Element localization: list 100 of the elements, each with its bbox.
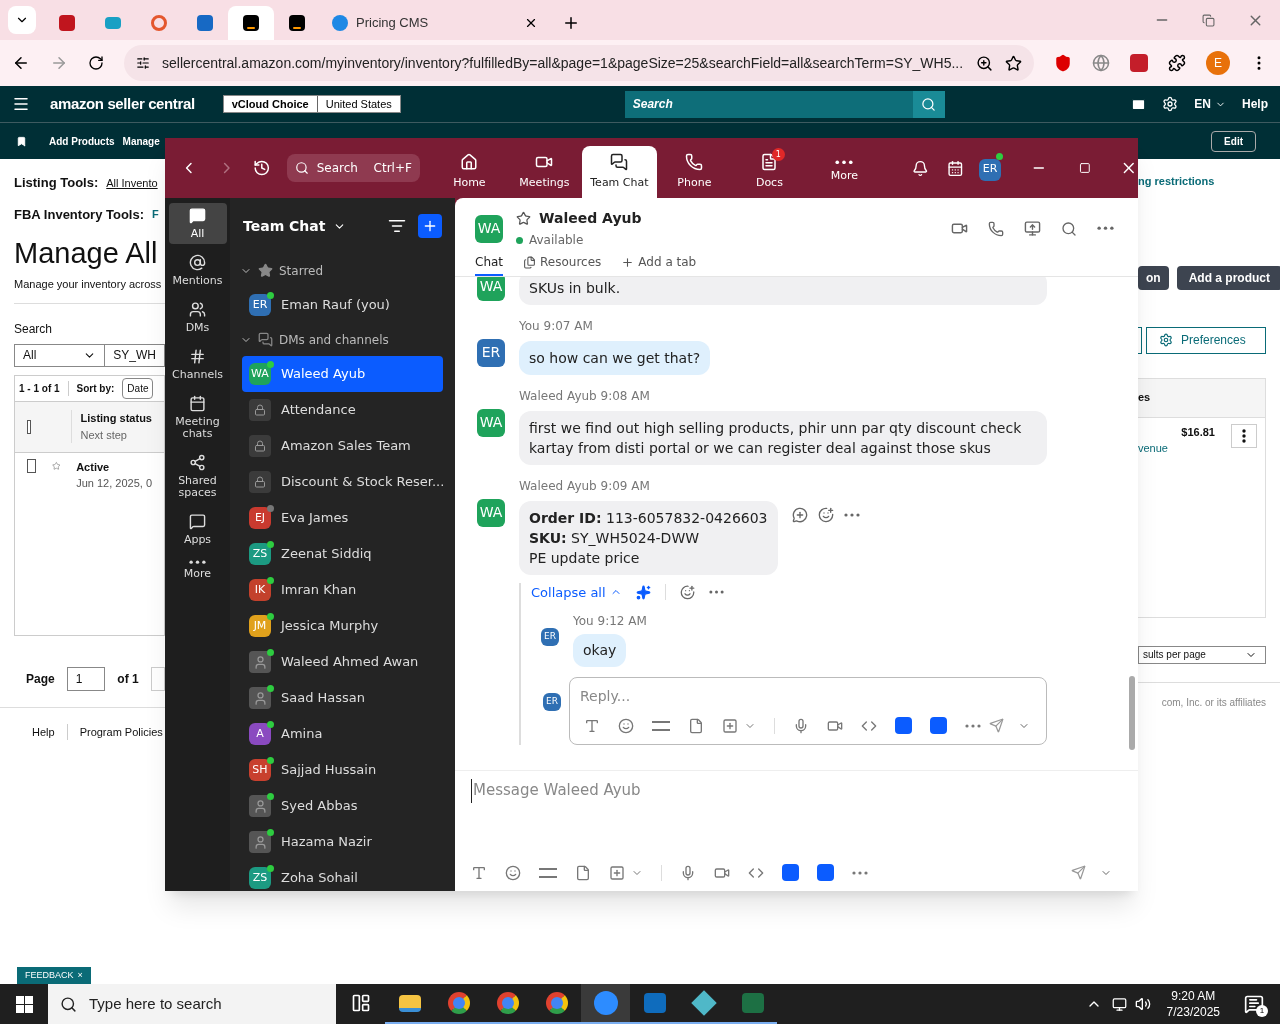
nav-tab[interactable]: Team Chat [581, 146, 657, 198]
conversation-item[interactable]: Attendance [242, 392, 443, 428]
more-icon[interactable] [965, 723, 981, 728]
browser-tab[interactable]: Pricing CMS [320, 6, 550, 40]
mail-icon[interactable] [1131, 96, 1147, 112]
rail-item[interactable]: Channels [168, 344, 227, 385]
preferences-button[interactable]: Preferences [1146, 326, 1266, 354]
listing-link[interactable]: venue [1138, 439, 1168, 617]
address-bar[interactable]: sellercentral.amazon.com/myinventory/inventory?fulfilledBy=all&page=1&pageSize=25&searchField=all&searchTerm=SY_WH5... [124, 45, 1034, 81]
file-icon[interactable] [575, 864, 591, 881]
taskbar-search[interactable]: Type here to search [48, 984, 336, 1024]
section-header[interactable]: DMs and channels [230, 323, 455, 356]
sidebar-title[interactable]: Team Chat [243, 215, 326, 237]
sparkle-icon[interactable] [635, 584, 651, 600]
more-icon[interactable] [852, 870, 868, 875]
conversation-item[interactable]: Discount & Stock Reser... [242, 464, 443, 500]
language-selector[interactable]: EN [1194, 95, 1226, 113]
restrictions-link[interactable]: ng restrictions [1138, 173, 1215, 190]
search-icon[interactable] [1061, 220, 1077, 237]
notifications-icon[interactable] [1244, 994, 1264, 1014]
extensions-icon[interactable] [1168, 54, 1186, 72]
bookmark-star-icon[interactable] [1005, 54, 1022, 72]
conversation-item[interactable]: Amazon Sales Team [242, 428, 443, 464]
sort-select[interactable]: Date [122, 377, 154, 399]
edit-button[interactable]: Edit [1211, 130, 1256, 152]
settings-icon[interactable] [1162, 96, 1179, 112]
extension-icon[interactable] [1130, 54, 1148, 72]
conversation-item[interactable]: ER Eman Rauf (you) [242, 287, 443, 323]
checkbox[interactable] [27, 458, 36, 473]
chat-tab[interactable]: Resources [523, 250, 602, 276]
more-icon[interactable] [1097, 226, 1114, 231]
close-tab-icon[interactable] [524, 16, 538, 30]
nav-tab[interactable]: Phone [656, 146, 732, 198]
conversation-item[interactable]: ZS Zeenat Siddiq [242, 536, 443, 572]
feedback-tab[interactable]: FEEDBACK × [17, 967, 91, 984]
phone-icon[interactable] [988, 220, 1004, 237]
app-icon[interactable] [895, 717, 912, 734]
browser-tab[interactable] [228, 6, 274, 40]
add-tab-button[interactable]: Add a tab [621, 250, 697, 276]
history-icon[interactable] [253, 159, 271, 177]
rail-item[interactable]: Apps [168, 509, 227, 550]
conversation-item[interactable]: EJ Eva James [242, 500, 443, 536]
checkbox[interactable] [27, 419, 32, 434]
nav-tab[interactable]: Docs 1 [731, 146, 807, 198]
extension-icon[interactable] [1054, 54, 1072, 72]
footer-link[interactable]: Help [32, 723, 55, 740]
collapse-all-link[interactable]: Collapse all [531, 582, 622, 602]
send-icon[interactable] [989, 718, 1004, 733]
rail-item[interactable]: More [168, 556, 227, 585]
nav-tab[interactable]: Meetings [506, 146, 582, 198]
rail-item[interactable]: Meeting chats [168, 391, 227, 444]
fba-link[interactable]: F [152, 206, 159, 223]
inventory-link[interactable]: All Invento [106, 174, 158, 191]
share-screen-icon[interactable] [1024, 220, 1041, 237]
emoji-icon[interactable] [505, 864, 521, 881]
conversation-item[interactable]: IK Imran Khan [242, 572, 443, 608]
volume-icon[interactable] [1134, 996, 1151, 1012]
conversation-item[interactable]: A Amina [242, 716, 443, 752]
new-tab-icon[interactable] [562, 14, 580, 32]
conversation-item[interactable]: Syed Abbas [242, 788, 443, 824]
rail-item[interactable]: All [168, 203, 227, 244]
reload-icon[interactable] [88, 55, 104, 71]
search-scope-select[interactable]: All [14, 343, 106, 367]
rail-item[interactable]: DMs [168, 297, 227, 338]
more-options-button[interactable] [1231, 423, 1257, 448]
menu-icon[interactable] [12, 95, 30, 113]
search-field[interactable]: Search Ctrl+F [286, 154, 420, 182]
app-icon[interactable] [782, 864, 799, 881]
microphone-icon[interactable] [793, 717, 809, 734]
bookmark-icon[interactable] [16, 135, 27, 147]
reply-field[interactable]: Reply... [569, 677, 1047, 745]
network-icon[interactable] [1111, 996, 1127, 1012]
app-icon[interactable] [817, 864, 834, 881]
format-text-icon[interactable] [584, 717, 600, 734]
new-chat-button[interactable] [418, 214, 442, 238]
seller-central-logo[interactable]: amazon seller central [50, 92, 195, 116]
bell-icon[interactable] [911, 159, 929, 177]
action-button[interactable]: on [1138, 265, 1169, 290]
reply-icon[interactable] [791, 506, 808, 523]
microphone-icon[interactable] [680, 864, 696, 881]
zoom-icon[interactable] [976, 54, 993, 72]
search-button[interactable] [912, 90, 945, 118]
back-icon[interactable] [12, 54, 30, 72]
help-link[interactable]: Help [1242, 95, 1268, 113]
nav-link[interactable]: Add Products [49, 133, 115, 149]
section-header[interactable]: Starred [230, 254, 455, 287]
per-page-select[interactable]: sults per page [1138, 645, 1266, 664]
footer-link[interactable]: Program Policies [66, 723, 163, 740]
restore-icon[interactable] [1202, 13, 1215, 27]
rail-item[interactable]: Mentions [168, 250, 227, 291]
extension-icon[interactable] [1092, 54, 1110, 72]
conversation-item[interactable]: JM Jessica Murphy [242, 608, 443, 644]
conversation-item[interactable]: Waleed Ahmed Awan [242, 644, 443, 680]
file-icon[interactable] [688, 717, 704, 734]
add-product-button[interactable]: Add a product [1176, 265, 1280, 290]
scrollbar-thumb[interactable] [1129, 676, 1135, 750]
calendar-icon[interactable] [946, 159, 964, 177]
conversation-item[interactable]: SH Sajjad Hussain [242, 752, 443, 788]
more-icon[interactable] [708, 590, 724, 595]
filter-icon[interactable] [388, 217, 406, 235]
